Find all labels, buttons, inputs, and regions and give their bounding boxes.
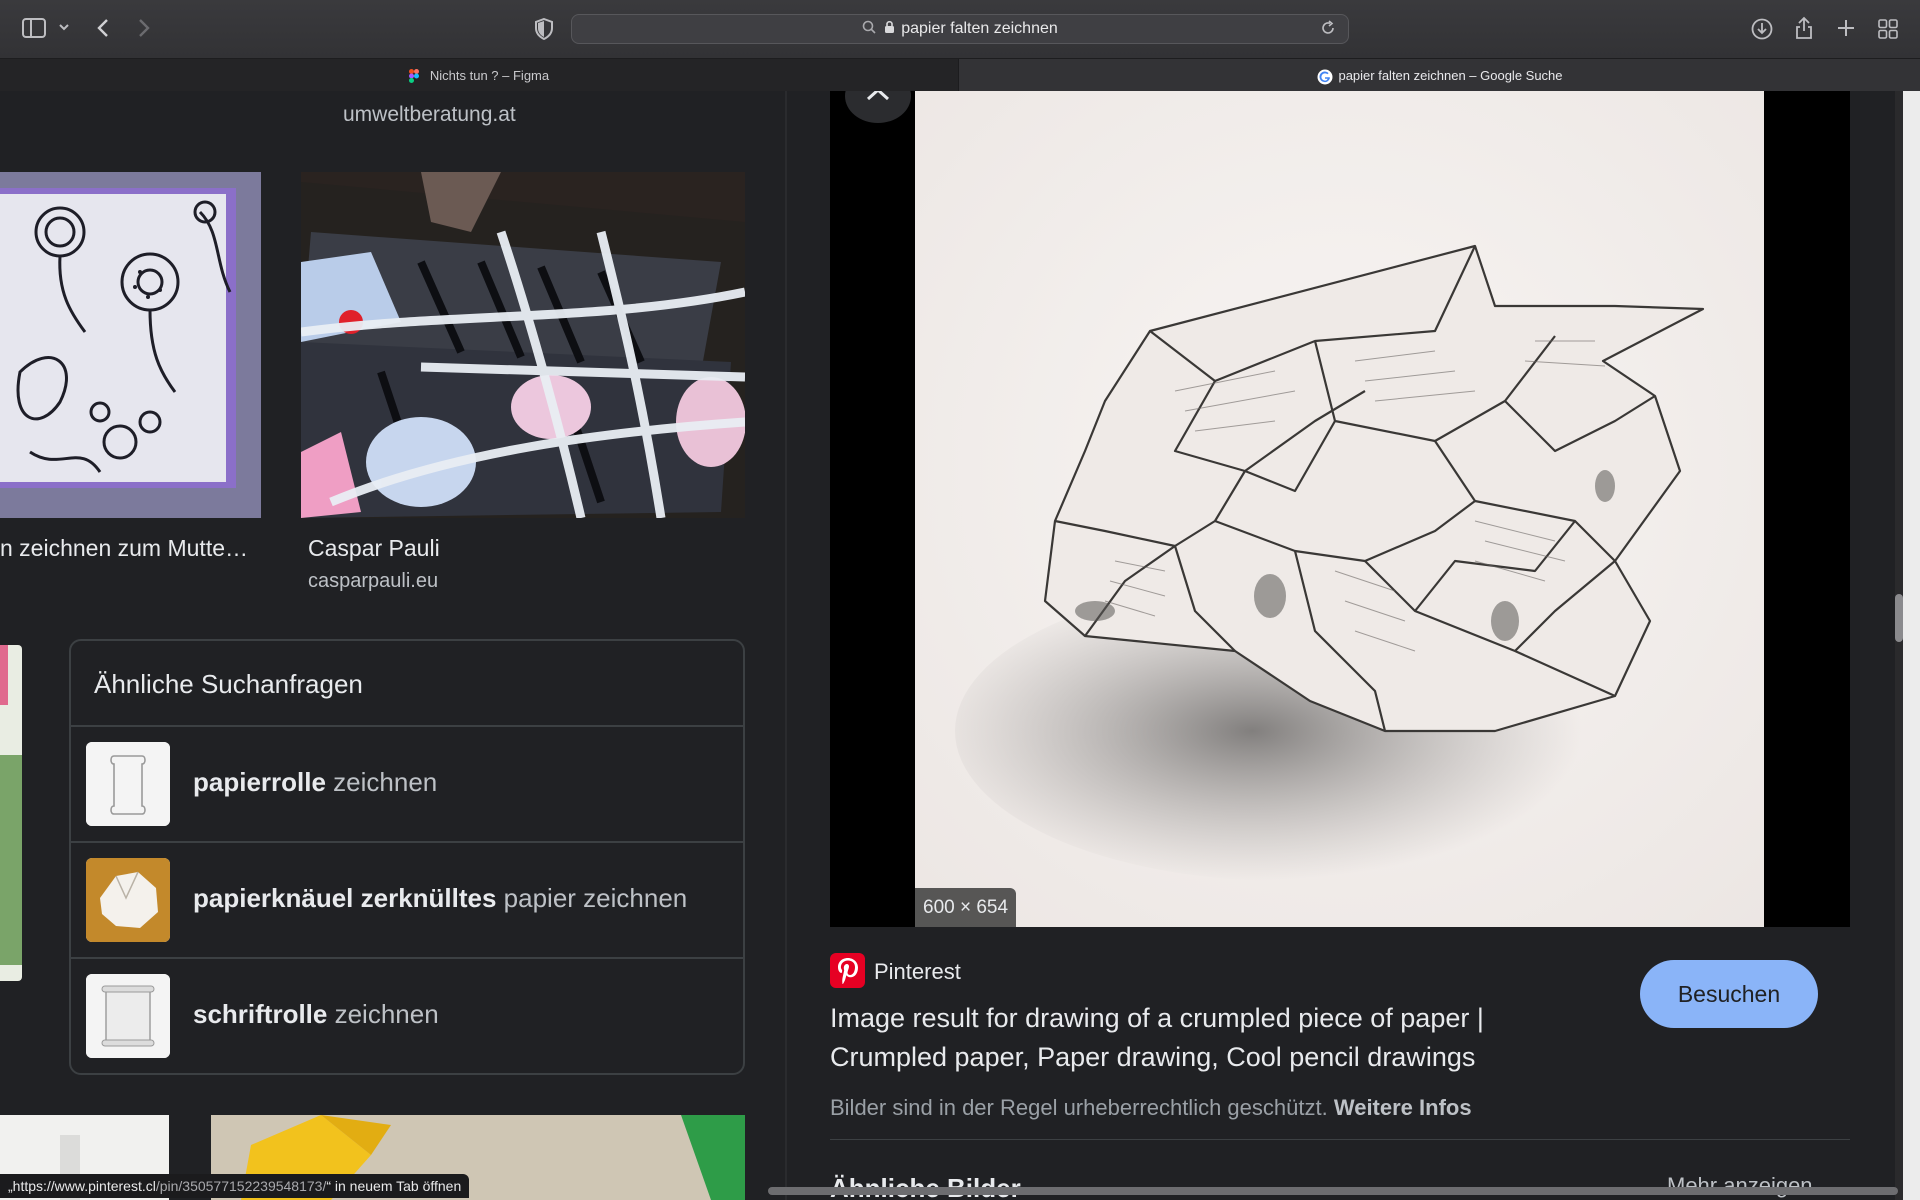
pinterest-logo-icon <box>830 953 865 988</box>
lock-icon <box>884 20 895 39</box>
image-results-grid: umweltberatung.at n zeichnen zum Mutte… … <box>0 91 785 1200</box>
horizontal-scrollbar[interactable] <box>768 1187 1898 1195</box>
tab-figma[interactable]: Nichts tun ? – Figma <box>0 59 958 92</box>
google-icon <box>1317 69 1333 84</box>
related-search-item[interactable]: papierrolle zeichnen <box>71 725 743 843</box>
show-more-link[interactable]: Mehr anzeigen <box>1667 1173 1813 1199</box>
tab-bar: Nichts tun ? – Figma papier falten zeich… <box>0 58 1920 92</box>
window-edge <box>1903 91 1920 1200</box>
result-title[interactable]: Caspar Pauli <box>308 535 440 562</box>
related-search-label: papierrolle zeichnen <box>193 767 438 797</box>
address-bar[interactable]: papier falten zeichnen <box>571 14 1349 44</box>
chevron-up-icon <box>865 91 891 107</box>
result-source[interactable]: umweltberatung.at <box>343 103 516 127</box>
forward-icon[interactable] <box>137 18 151 38</box>
chevron-down-icon[interactable] <box>58 22 70 32</box>
tab-google-search[interactable]: papier falten zeichnen – Google Suche <box>958 59 1920 92</box>
preview-title[interactable]: Image result for drawing of a crumpled p… <box>830 999 1590 1077</box>
result-thumbnail-flowers[interactable] <box>0 172 261 518</box>
tab-label: papier falten zeichnen – Google Suche <box>1338 68 1563 83</box>
figma-icon <box>408 68 423 83</box>
related-search-label: papierknäuel zerknülltes papier zeichnen <box>193 883 688 913</box>
share-icon[interactable] <box>1794 16 1814 40</box>
browser-toolbar: papier falten zeichnen <box>0 0 1920 58</box>
link-status-bar: „https://www.pinterest.cl/pin/3505771522… <box>0 1174 470 1198</box>
related-searches-box: Ähnliche Suchanfragen papierrolle zeichn… <box>69 639 745 1075</box>
related-search-item[interactable]: schriftrolle zeichnen <box>71 957 743 1073</box>
parchment-icon <box>86 974 170 1058</box>
image-size-badge: 600 × 654 <box>915 888 1017 927</box>
privacy-shield-icon[interactable] <box>535 18 553 40</box>
related-search-item[interactable]: papierknäuel zerknülltes papier zeichnen <box>71 841 743 959</box>
scrollbar-thumb[interactable] <box>1895 594 1903 642</box>
image-preview-panel: 600 × 654 Pinterest Image result for dra… <box>787 91 1920 1200</box>
preview-image-frame: 600 × 654 <box>830 91 1850 927</box>
downloads-icon[interactable] <box>1751 18 1773 40</box>
reload-icon[interactable] <box>1320 20 1336 41</box>
divider <box>830 1139 1850 1140</box>
new-tab-icon[interactable] <box>1837 19 1855 37</box>
tab-overview-icon[interactable] <box>1878 19 1898 39</box>
sidebar-toggle-icon[interactable] <box>22 18 46 38</box>
crumpled-paper-icon <box>86 858 170 942</box>
address-text: papier falten zeichnen <box>901 20 1058 37</box>
copyright-notice: Bilder sind in der Regel urheberrechtlic… <box>830 1095 1472 1120</box>
preview-image[interactable] <box>915 91 1764 927</box>
more-info-link[interactable]: Weitere Infos <box>1334 1095 1472 1120</box>
result-thumbnail-collage[interactable] <box>301 172 745 518</box>
result-title[interactable]: n zeichnen zum Mutte… <box>0 535 248 562</box>
tab-label: Nichts tun ? – Figma <box>429 68 550 83</box>
visit-button[interactable]: Besuchen <box>1640 960 1818 1028</box>
result-source[interactable]: casparpauli.eu <box>308 570 438 593</box>
scroll-icon <box>86 742 170 826</box>
result-thumbnail-partial[interactable] <box>0 645 22 981</box>
related-searches-heading: Ähnliche Suchanfragen <box>94 669 363 699</box>
search-icon <box>862 20 876 39</box>
back-icon[interactable] <box>96 18 110 38</box>
related-search-label: schriftrolle zeichnen <box>193 999 439 1029</box>
vertical-scrollbar[interactable] <box>1895 91 1903 1200</box>
source-name[interactable]: Pinterest <box>874 959 961 985</box>
